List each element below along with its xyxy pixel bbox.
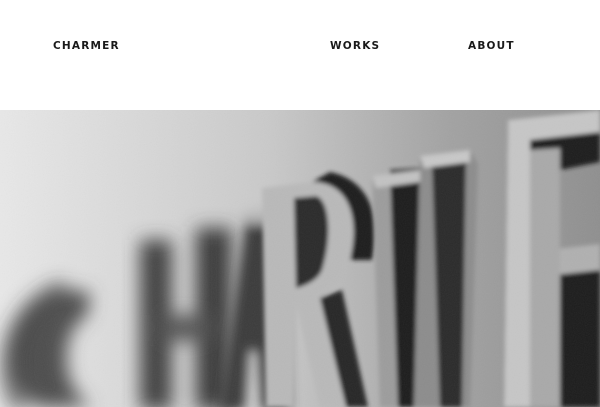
photo-grain [0, 110, 600, 407]
site-header: CHARMER WORKS ABOUT [0, 0, 600, 110]
nav-works[interactable]: WORKS [330, 40, 380, 52]
brand-logo[interactable]: CHARMER [53, 40, 120, 52]
nav-about[interactable]: ABOUT [468, 40, 515, 52]
hero-photo-svg [0, 110, 600, 407]
hero-photo [0, 110, 600, 407]
